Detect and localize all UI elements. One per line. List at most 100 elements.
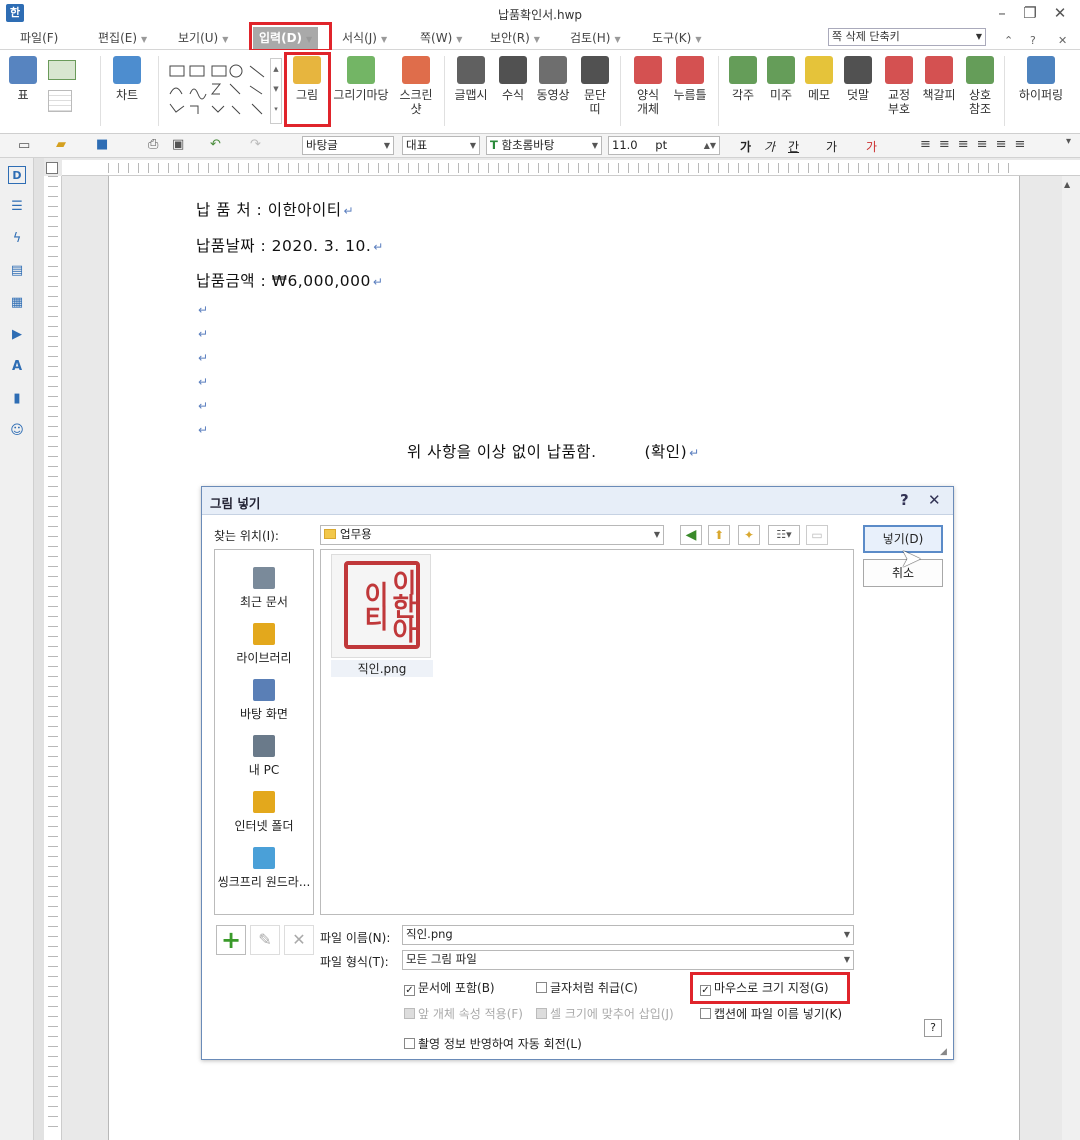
file-type-combo[interactable]: 모든 그림 파일 ▼ <box>402 950 854 970</box>
ribbon-button-5[interactable]: 글맵시 <box>452 56 490 102</box>
play-icon[interactable]: ▶ <box>8 326 26 344</box>
sidebar-splitter[interactable] <box>34 158 44 1140</box>
ribbon-button-17[interactable]: 상호 참조 <box>962 56 998 116</box>
dialog-help-button[interactable]: ? <box>900 491 909 509</box>
document-icon[interactable]: ▤ <box>8 262 26 280</box>
option-checkbox-5[interactable]: 캡션에 파일 이름 넣기(K) <box>700 1005 842 1022</box>
help-icon[interactable]: ? <box>1030 34 1036 47</box>
ribbon-button-18[interactable]: 하이퍼링 <box>1014 56 1068 102</box>
bold-button[interactable]: 가 <box>740 138 751 155</box>
menu-item-6[interactable]: 보안(R) ▼ <box>490 29 540 47</box>
underline-button[interactable]: 간 <box>788 138 799 155</box>
ribbon-button-1[interactable]: 차트 <box>110 56 144 102</box>
print-preview-icon[interactable]: ▣ <box>172 137 184 152</box>
menu-item-7[interactable]: 검토(H) ▼ <box>570 29 621 47</box>
checkbox-box[interactable]: ✓ <box>404 985 415 996</box>
font-color-button[interactable]: 가 <box>866 138 877 155</box>
ribbon-button-15[interactable]: 교정 부호 <box>880 56 918 116</box>
ribbon-button-7[interactable]: 동영상 <box>534 56 572 102</box>
back-icon[interactable]: ◀ <box>680 525 702 545</box>
ribbon-button-11[interactable]: 각주 <box>726 56 760 102</box>
shapes-gallery[interactable] <box>168 64 272 122</box>
restore-icon[interactable]: ❐ <box>1020 3 1040 23</box>
place-item-0[interactable]: 최근 문서 <box>215 567 313 610</box>
file-item[interactable]: 이한아이티 직인.png <box>331 554 433 678</box>
option-checkbox-0[interactable]: ✓ 문서에 포함(B) <box>404 979 495 996</box>
close-icon[interactable]: ✕ <box>1050 3 1070 23</box>
ribbon-button-4[interactable]: 스크린 샷 <box>396 56 436 116</box>
menu-item-1[interactable]: 편집(E) ▼ <box>98 29 147 47</box>
checkbox-box[interactable] <box>536 982 547 993</box>
undo-icon[interactable]: ↶ <box>210 137 221 152</box>
ribbon-button-12[interactable]: 미주 <box>764 56 798 102</box>
spelling-icon[interactable]: A <box>8 358 26 376</box>
file-list[interactable]: 이한아이티 직인.png <box>320 549 854 915</box>
print-icon[interactable]: ⎙ <box>148 137 158 152</box>
place-item-1[interactable]: 라이브러리 <box>215 623 313 666</box>
checkbox-box[interactable] <box>700 1008 711 1019</box>
place-item-3[interactable]: 내 PC <box>215 735 313 778</box>
vertical-scrollbar[interactable]: ▲ <box>1062 176 1080 1140</box>
delete-icon[interactable]: ✕ <box>284 925 314 955</box>
menu-item-5[interactable]: 쪽(W) ▼ <box>420 29 462 47</box>
checkbox-box[interactable]: ✓ <box>700 985 711 996</box>
ribbon-button-8[interactable]: 문단 띠 <box>578 56 612 116</box>
table-style-gallery[interactable] <box>48 60 88 122</box>
clipboard-icon[interactable]: ▦ <box>8 294 26 312</box>
ribbon-button-13[interactable]: 메모 <box>802 56 836 102</box>
add-folder-icon[interactable]: + <box>216 925 246 955</box>
style-combo[interactable]: 바탕글 ▼ <box>302 136 394 155</box>
look-in-combo[interactable]: 업무용 ▼ <box>320 525 664 545</box>
new-folder-icon[interactable]: ✦ <box>738 525 760 545</box>
italic-button[interactable]: 가 <box>764 138 775 155</box>
menu-item-4[interactable]: 서식(J) ▼ <box>342 29 387 47</box>
ribbon-button-0[interactable]: 표 <box>8 56 38 102</box>
dialog-close-button[interactable]: ✕ <box>928 491 941 509</box>
toolbar-overflow-icon[interactable]: ▾ <box>1066 136 1071 147</box>
ribbon-button-3[interactable]: 그리기마당 <box>330 56 392 102</box>
file-name-field[interactable]: 직인.png ▼ <box>402 925 854 945</box>
save-icon[interactable]: ■ <box>96 137 108 152</box>
shortcut-search-combo[interactable]: 쪽 삭제 단축키 ▼ <box>828 28 986 46</box>
font-size-combo[interactable]: 11.0 pt ▲▼ <box>608 136 720 155</box>
ruler-corner[interactable] <box>46 162 58 174</box>
ribbon-collapse-icon[interactable]: ⌃ <box>1004 34 1013 47</box>
menu-item-8[interactable]: 도구(K) ▼ <box>652 29 701 47</box>
option-checkbox-1[interactable]: 글자처럼 취급(C) <box>536 979 638 996</box>
bookmark-panel-icon[interactable]: ▮ <box>8 390 26 408</box>
open-folder-icon[interactable]: ▰ <box>56 137 66 152</box>
ribbon-button-9[interactable]: 양식 개체 <box>630 56 666 116</box>
up-folder-icon[interactable]: ⬆ <box>708 525 730 545</box>
user-icon[interactable]: ☺ <box>8 422 26 440</box>
close-doc-icon[interactable]: ✕ <box>1058 34 1067 47</box>
document-d-icon[interactable]: D <box>8 166 26 184</box>
quick-action-icon[interactable]: ϟ <box>8 230 26 248</box>
outline-icon[interactable]: ☰ <box>8 198 26 216</box>
menu-item-0[interactable]: 파일(F) <box>20 29 58 47</box>
edit-icon[interactable]: ✎ <box>250 925 280 955</box>
shapes-gallery-scroll[interactable]: ▲ ▼ ▾ <box>270 58 282 124</box>
ribbon-button-14[interactable]: 덧말 <box>840 56 876 102</box>
preview-icon[interactable]: ▭ <box>806 525 828 545</box>
scroll-up-icon[interactable]: ▲ <box>1064 180 1070 189</box>
view-menu-icon[interactable]: ☷▾ <box>768 525 800 545</box>
strikethrough-button[interactable]: 가 <box>826 138 837 155</box>
checkbox-box[interactable] <box>404 1038 415 1049</box>
font-combo[interactable]: T 함초롬바탕 ▼ <box>486 136 602 155</box>
minimize-icon[interactable]: – <box>992 3 1012 23</box>
dialog-help-icon[interactable]: ? <box>924 1019 942 1037</box>
paragraph-align-buttons[interactable]: ≡≡≡≡≡≡ <box>920 137 1033 152</box>
ribbon-button-16[interactable]: 책갈피 <box>920 56 958 102</box>
place-item-4[interactable]: 인터넷 폴더 <box>215 791 313 834</box>
menu-item-2[interactable]: 보기(U) ▼ <box>178 29 228 47</box>
resize-grip-icon[interactable]: ◢ <box>940 1047 947 1057</box>
redo-icon[interactable]: ↷ <box>250 137 261 152</box>
ribbon-button-10[interactable]: 누름틀 <box>670 56 710 102</box>
option-checkbox-6[interactable]: 촬영 정보 반영하여 자동 회전(L) <box>404 1035 582 1052</box>
place-item-2[interactable]: 바탕 화면 <box>215 679 313 722</box>
place-item-5[interactable]: 씽크프리 원드라... <box>215 847 313 890</box>
option-checkbox-2[interactable]: ✓ 마우스로 크기 지정(G) <box>700 979 829 996</box>
language-combo[interactable]: 대표 ▼ <box>402 136 480 155</box>
new-document-icon[interactable]: ▭ <box>18 138 30 153</box>
ribbon-button-6[interactable]: 수식 <box>496 56 530 102</box>
